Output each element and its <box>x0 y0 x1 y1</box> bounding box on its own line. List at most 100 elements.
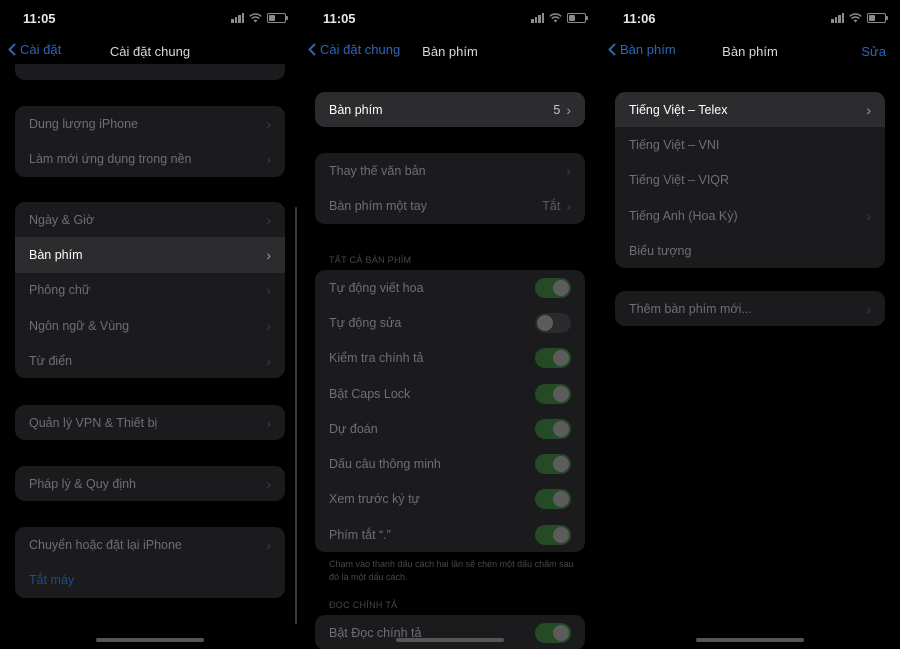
text-group: Thay thế văn bản › Bàn phím một tay Tắt › <box>315 153 585 224</box>
row-fonts[interactable]: Phông chữ › <box>15 273 285 308</box>
row-keyboard-viqr[interactable]: Tiếng Việt – VIQR <box>615 163 885 198</box>
home-indicator[interactable] <box>396 638 504 642</box>
row-background-refresh[interactable]: Làm mới ứng dụng trong nền › <box>15 141 285 176</box>
row-auto-capitalize: Tự động viết hoa <box>315 270 585 305</box>
chevron-right-icon: › <box>266 536 271 553</box>
shutdown-button[interactable]: Tắt máy <box>15 562 285 597</box>
chevron-right-icon: › <box>866 300 871 317</box>
chevron-right-icon: › <box>266 211 271 228</box>
previous-group-tail <box>15 64 285 80</box>
status-time: 11:05 <box>23 11 56 26</box>
status-bar: 11:06 <box>600 0 900 36</box>
chevron-right-icon: › <box>566 101 571 118</box>
chevron-right-icon: › <box>266 352 271 369</box>
battery-icon <box>567 13 588 23</box>
row-legal[interactable]: Pháp lý & Quy định › <box>15 466 285 501</box>
row-keyboard-telex[interactable]: Tiếng Việt – Telex › <box>615 92 885 128</box>
battery-icon <box>267 13 288 23</box>
row-caps-lock: Bật Caps Lock <box>315 376 585 411</box>
row-text-replacement[interactable]: Thay thế văn bản › <box>315 153 585 188</box>
row-character-preview: Xem trước ký tự <box>315 482 585 517</box>
edit-button[interactable]: Sửa <box>861 44 886 59</box>
screen-general-settings: 11:05 Cài đặt Cài đặt chung Dung lượng i… <box>0 0 300 649</box>
chevron-right-icon: › <box>566 162 571 179</box>
row-period-shortcut: Phím tắt “.” <box>315 517 585 552</box>
signal-icon <box>831 13 844 23</box>
toggle-switch[interactable] <box>535 383 571 404</box>
add-keyboard-group: Thêm bàn phím mới... › <box>615 291 885 327</box>
row-keyboard-vni[interactable]: Tiếng Việt – VNI <box>615 127 885 162</box>
chevron-right-icon: › <box>266 246 271 263</box>
row-keyboard-english-us[interactable]: Tiếng Anh (Hoa Kỳ) › <box>615 198 885 233</box>
add-keyboard-button[interactable]: Thêm bàn phím mới... › <box>615 291 885 326</box>
toggle-switch[interactable] <box>535 348 571 369</box>
wifi-icon <box>249 13 262 23</box>
screen-keyboard-list: 11:06 Bàn phím Bàn phím Sửa Tiếng Việt –… <box>600 0 900 649</box>
toggle-switch[interactable] <box>535 489 571 510</box>
status-time: 11:06 <box>623 11 656 26</box>
nav-bar: Bàn phím Bàn phím Sửa <box>600 36 900 66</box>
wifi-icon <box>849 13 862 23</box>
storage-group: Dung lượng iPhone › Làm mới ứng dụng tron… <box>15 106 285 177</box>
toggle-switch[interactable] <box>535 454 571 475</box>
status-bar: 11:05 <box>300 0 600 36</box>
chevron-right-icon: › <box>266 150 271 167</box>
section-header-dictation: ĐỌC CHÍNH TẢ <box>329 600 398 610</box>
period-shortcut-footnote: Chạm vào thanh dấu cách hai lần sẽ chèn … <box>329 559 574 582</box>
section-header-all-keyboards: TẤT CẢ BÀN PHÍM <box>329 255 412 265</box>
back-button[interactable]: Cài đặt chung <box>308 42 400 57</box>
chevron-right-icon: › <box>566 197 571 214</box>
toggle-switch[interactable] <box>535 312 571 333</box>
row-dictionary[interactable]: Từ điển › <box>15 343 285 378</box>
back-button[interactable]: Cài đặt <box>8 42 61 57</box>
toggle-switch[interactable] <box>535 277 571 298</box>
status-time: 11:05 <box>323 11 356 26</box>
chevron-right-icon: › <box>266 414 271 431</box>
row-enable-dictation: Bật Đọc chính tả <box>315 615 585 649</box>
battery-icon <box>867 13 888 23</box>
row-one-handed[interactable]: Bàn phím một tay Tắt › <box>315 188 585 223</box>
chevron-right-icon: › <box>866 101 871 118</box>
row-spell-check: Kiểm tra chính tả <box>315 341 585 376</box>
keyboard-count: 5 <box>553 102 561 117</box>
toggle-switch[interactable] <box>535 524 571 545</box>
chevron-left-icon <box>8 43 16 56</box>
dictation-group: Bật Đọc chính tả <box>315 615 585 649</box>
row-smart-punctuation: Dấu câu thông minh <box>315 446 585 481</box>
row-keyboard[interactable]: Bàn phím › <box>15 237 285 273</box>
nav-bar: Cài đặt chung Bàn phím <box>300 36 600 66</box>
row-keyboard-emoji[interactable]: Biểu tượng <box>615 233 885 268</box>
scrollbar[interactable] <box>294 207 297 624</box>
row-date-time[interactable]: Ngày & Giờ › <box>15 202 285 237</box>
signal-icon <box>231 13 244 23</box>
legal-group: Pháp lý & Quy định › <box>15 466 285 502</box>
row-language-region[interactable]: Ngôn ngữ & Vùng › <box>15 308 285 343</box>
row-transfer-reset[interactable]: Chuyển hoặc đặt lại iPhone › <box>15 527 285 562</box>
status-bar: 11:05 <box>0 0 300 36</box>
row-predictive: Dự đoán <box>315 411 585 446</box>
row-keyboards[interactable]: Bàn phím 5 › <box>315 92 585 128</box>
chevron-right-icon: › <box>266 317 271 334</box>
screen-keyboard-settings: 11:05 Cài đặt chung Bàn phím Bàn phím 5 › … <box>300 0 600 649</box>
row-auto-correct: Tự động sửa <box>315 305 585 340</box>
nav-bar: Cài đặt Cài đặt chung <box>0 36 300 66</box>
installed-keyboards-group: Tiếng Việt – Telex › Tiếng Việt – VNI Tiế… <box>615 92 885 269</box>
toggles-group: Tự động viết hoa Tự động sửa Kiểm tra ch… <box>315 270 585 553</box>
chevron-right-icon: › <box>266 282 271 299</box>
reset-group: Chuyển hoặc đặt lại iPhone › Tắt máy <box>15 527 285 598</box>
chevron-left-icon <box>608 43 616 56</box>
toggle-switch[interactable] <box>535 418 571 439</box>
wifi-icon <box>549 13 562 23</box>
locale-group: Ngày & Giờ › Bàn phím › Phông chữ › Ngôn ng… <box>15 202 285 379</box>
chevron-left-icon <box>308 43 316 56</box>
toggle-switch[interactable] <box>535 622 571 643</box>
row-iphone-storage[interactable]: Dung lượng iPhone › <box>15 106 285 141</box>
chevron-right-icon: › <box>266 115 271 132</box>
chevron-right-icon: › <box>866 207 871 224</box>
signal-icon <box>531 13 544 23</box>
home-indicator[interactable] <box>96 638 204 642</box>
keyboards-group: Bàn phím 5 › <box>315 92 585 128</box>
back-button[interactable]: Bàn phím <box>608 42 676 57</box>
row-vpn-device[interactable]: Quản lý VPN & Thiết bị › <box>15 405 285 440</box>
home-indicator[interactable] <box>696 638 804 642</box>
